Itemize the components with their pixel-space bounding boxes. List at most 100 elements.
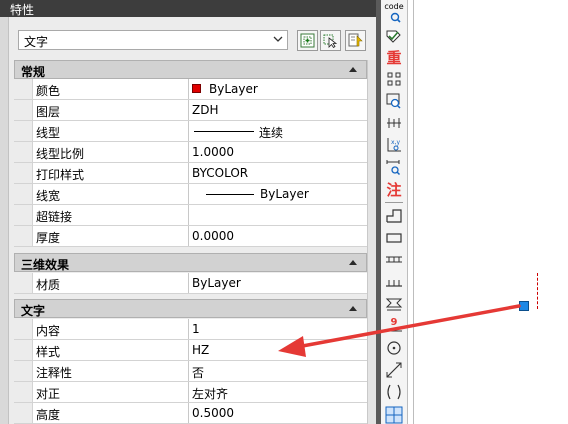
property-name: 线宽 — [36, 189, 61, 203]
zhu-label: 注 — [386, 181, 402, 199]
vertical-toolbar: code 重 x,y 注 9 — [381, 0, 408, 424]
section-title: 三维效果 — [21, 258, 70, 272]
cube-icon — [385, 406, 403, 424]
text-search-button[interactable] — [383, 156, 405, 178]
toggle-pickadd-button[interactable] — [297, 30, 318, 51]
section-general-header[interactable]: 常规 — [14, 60, 367, 79]
text-grip-handle[interactable] — [519, 301, 529, 311]
property-value[interactable]: 0.5000 — [192, 406, 362, 420]
zoom-icon — [386, 93, 401, 109]
property-row-layer[interactable]: 图层 ZDH — [14, 100, 367, 121]
check-button[interactable] — [383, 25, 405, 47]
property-value[interactable]: ByLayer — [209, 82, 376, 96]
property-name: 颜色 — [36, 84, 61, 98]
property-value[interactable]: ByLayer — [260, 187, 309, 201]
section-text-header[interactable]: 文字 — [14, 299, 367, 318]
property-row-hyperlink[interactable]: 超链接 — [14, 205, 367, 226]
chevron-down-icon — [273, 36, 283, 42]
dashed-guide-line — [537, 273, 539, 309]
circle-icon — [387, 341, 401, 355]
hatch-icon — [386, 330, 402, 332]
property-value[interactable]: HZ — [192, 343, 362, 357]
ladder-button[interactable] — [383, 249, 405, 271]
svg-text:x,y: x,y — [391, 139, 400, 146]
property-name: 图层 — [36, 105, 61, 119]
property-value[interactable]: 1 — [192, 322, 362, 336]
palette-side-strip[interactable] — [0, 17, 9, 424]
code-search-icon — [390, 12, 401, 23]
grid-button[interactable] — [383, 68, 405, 90]
diagonal-button[interactable] — [383, 359, 405, 381]
property-row-linetype[interactable]: 线型 连续 — [14, 121, 367, 142]
object-type-select[interactable]: 文字 — [18, 30, 288, 50]
property-row-height[interactable]: 高度 0.5000 — [14, 403, 367, 424]
curve-button[interactable] — [383, 381, 405, 403]
equal-button[interactable] — [383, 293, 405, 315]
property-row-thickness[interactable]: 厚度 0.0000 — [14, 226, 367, 247]
property-value[interactable]: 连续 — [259, 124, 283, 141]
property-value[interactable]: 否 — [192, 364, 362, 381]
property-name: 注释性 — [36, 366, 73, 380]
property-value[interactable]: 1.0000 — [192, 145, 362, 159]
step-button[interactable] — [383, 205, 405, 227]
collapse-caret-icon[interactable] — [349, 306, 357, 311]
properties-palette: 特性 文字 常规 颜色 ByLayer 图层 ZDH 线型 连续 线型比例 1.… — [0, 0, 376, 424]
property-row-annotative[interactable]: 注释性 否 — [14, 361, 367, 382]
palette-scrollbar[interactable] — [367, 60, 376, 424]
property-name: 线型 — [36, 126, 61, 140]
section-title: 常规 — [21, 65, 46, 79]
property-name: 内容 — [36, 324, 61, 338]
code-search-button[interactable]: code — [383, 2, 405, 24]
pickadd-icon — [300, 33, 315, 48]
section-title: 文字 — [21, 304, 46, 318]
chong-button[interactable]: 重 — [383, 46, 405, 68]
property-name: 打印样式 — [36, 168, 85, 182]
collapse-caret-icon[interactable] — [349, 67, 357, 72]
property-row-plot-style[interactable]: 打印样式 BYCOLOR — [14, 163, 367, 184]
bar-button[interactable] — [383, 271, 405, 293]
property-name: 线型比例 — [36, 147, 85, 161]
property-value[interactable]: ZDH — [192, 103, 362, 117]
property-row-lineweight[interactable]: 线宽 ByLayer — [14, 184, 367, 205]
grid-icon — [387, 72, 401, 86]
cube-button[interactable] — [383, 402, 405, 424]
lineweight-preview — [206, 194, 254, 195]
rectangle-button[interactable] — [383, 227, 405, 249]
property-value[interactable]: 左对齐 — [192, 385, 362, 402]
dimension-button[interactable] — [383, 112, 405, 134]
chong-label: 重 — [386, 49, 402, 67]
property-row-style[interactable]: 样式 HZ — [14, 340, 367, 361]
drawing-canvas[interactable] — [414, 0, 568, 424]
zhu-button[interactable]: 注 — [383, 178, 405, 200]
dimension-icon — [387, 118, 401, 128]
coordinates-icon: x,y — [387, 138, 401, 152]
section-3d-header[interactable]: 三维效果 — [14, 253, 367, 272]
quick-select-button[interactable] — [345, 30, 366, 51]
bar-icon — [386, 280, 402, 287]
nine-button[interactable]: 9 — [383, 315, 405, 337]
color-swatch — [192, 84, 201, 93]
property-value[interactable]: ByLayer — [192, 276, 362, 290]
palette-title-bar[interactable]: 特性 — [0, 0, 376, 17]
ladder-icon — [386, 256, 402, 263]
select-objects-icon — [323, 34, 338, 48]
property-row-linetype-scale[interactable]: 线型比例 1.0000 — [14, 142, 367, 163]
select-objects-button[interactable] — [320, 30, 341, 51]
property-row-material[interactable]: 材质 ByLayer — [14, 273, 367, 294]
property-name: 材质 — [36, 278, 61, 292]
rectangle-icon — [386, 233, 402, 243]
quick-select-icon — [348, 33, 363, 47]
circle-button[interactable] — [383, 337, 405, 359]
property-row-contents[interactable]: 内容 1 — [14, 319, 367, 340]
property-row-justify[interactable]: 对正 左对齐 — [14, 382, 367, 403]
property-name: 超链接 — [36, 210, 73, 224]
check-icon — [386, 30, 401, 43]
property-value[interactable]: BYCOLOR — [192, 166, 362, 180]
property-value[interactable]: 0.0000 — [192, 229, 362, 243]
collapse-caret-icon[interactable] — [349, 260, 357, 265]
coordinates-button[interactable]: x,y — [383, 134, 405, 156]
property-row-color[interactable]: 颜色 ByLayer — [14, 79, 367, 100]
toolbar-separator — [385, 202, 403, 203]
zoom-button[interactable] — [383, 90, 405, 112]
step-icon — [386, 209, 402, 223]
